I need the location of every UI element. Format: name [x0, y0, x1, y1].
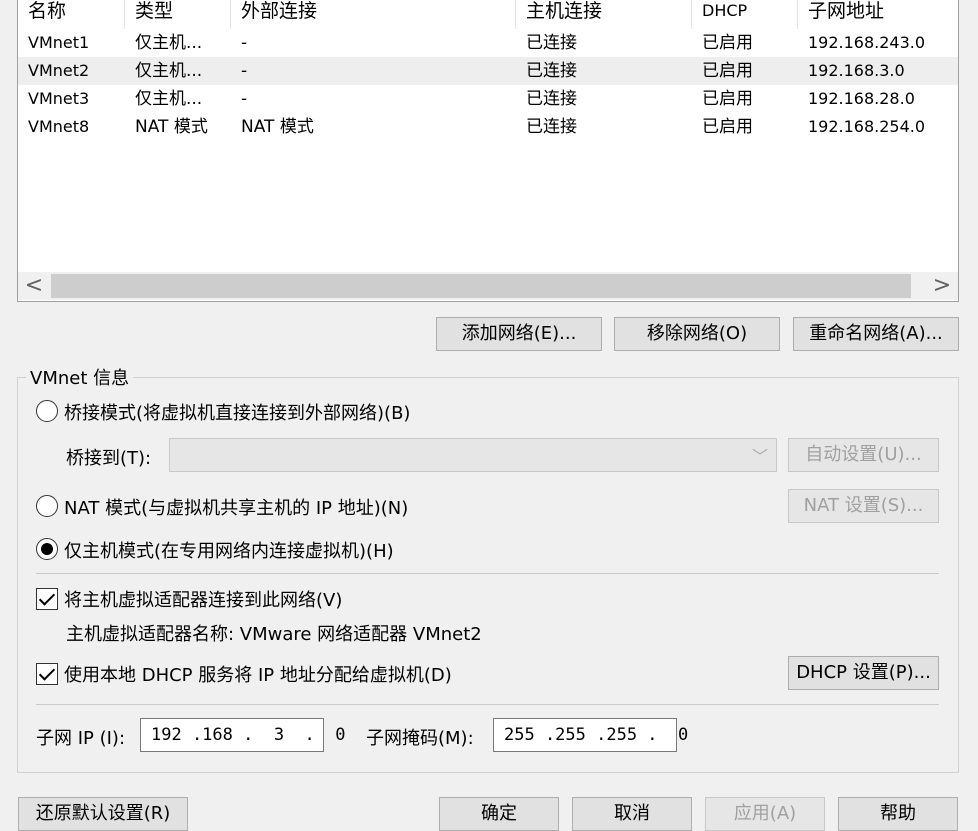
- host-only-mode-label[interactable]: 仅主机模式(在专用网络内连接虚拟机)(H): [64, 537, 394, 563]
- column-header-name[interactable]: 名称: [18, 0, 125, 29]
- subnet-mask-label: 子网掩码(M):: [366, 728, 474, 749]
- bridged-mode-radio[interactable]: [36, 400, 58, 422]
- nat-mode-radio[interactable]: [36, 495, 58, 517]
- row-name: VMnet1: [28, 33, 90, 52]
- help-button[interactable]: 帮助: [838, 797, 958, 831]
- column-header-dhcp[interactable]: DHCP: [692, 0, 798, 29]
- bridge-to-label: 桥接到(T):: [66, 448, 152, 469]
- row-host: 已连接: [526, 117, 577, 137]
- row-host: 已连接: [526, 33, 577, 53]
- remove-network-button[interactable]: 移除网络(O): [614, 317, 780, 351]
- dhcp-settings-button[interactable]: DHCP 设置(P)...: [788, 656, 939, 690]
- row-external: -: [241, 33, 248, 53]
- scrollbar-thumb[interactable]: [51, 274, 911, 298]
- connect-adapter-checkbox[interactable]: [36, 588, 58, 610]
- row-name: VMnet8: [28, 117, 90, 136]
- row-external: -: [241, 61, 248, 81]
- row-host: 已连接: [526, 89, 577, 109]
- subnet-ip-label: 子网 IP (I):: [36, 728, 126, 749]
- row-type: NAT 模式: [135, 117, 208, 137]
- row-external: -: [241, 89, 248, 109]
- restore-defaults-button[interactable]: 还原默认设置(R): [18, 797, 188, 831]
- row-type: 仅主机...: [135, 89, 203, 109]
- network-table[interactable]: 名称 类型 外部连接 主机连接 DHCP 子网地址 VMnet1 仅主机... …: [17, 0, 959, 302]
- row-host: 已连接: [526, 61, 577, 81]
- row-dhcp: 已启用: [702, 89, 753, 109]
- cancel-button[interactable]: 取消: [572, 797, 692, 831]
- bridge-to-select[interactable]: ﹀: [169, 438, 777, 472]
- row-dhcp: 已启用: [702, 61, 753, 81]
- row-subnet: 192.168.28.0: [808, 89, 915, 108]
- rename-network-button[interactable]: 重命名网络(A)...: [793, 317, 959, 351]
- row-dhcp: 已启用: [702, 33, 753, 53]
- column-header-external[interactable]: 外部连接: [231, 0, 516, 29]
- table-row-selected[interactable]: VMnet2 仅主机... - 已连接 已启用 192.168.3.0: [18, 57, 958, 85]
- row-subnet: 192.168.3.0: [808, 61, 905, 80]
- separator: [36, 573, 939, 574]
- horizontal-scrollbar[interactable]: < >: [18, 272, 958, 300]
- row-type: 仅主机...: [135, 61, 203, 81]
- table-header: 名称 类型 外部连接 主机连接 DHCP 子网地址: [18, 0, 958, 29]
- nat-mode-label[interactable]: NAT 模式(与虚拟机共享主机的 IP 地址)(N): [64, 494, 408, 520]
- nat-settings-button[interactable]: NAT 设置(S)...: [788, 489, 939, 523]
- connect-adapter-label[interactable]: 将主机虚拟适配器连接到此网络(V): [64, 586, 342, 612]
- use-dhcp-checkbox[interactable]: [36, 663, 58, 685]
- row-subnet: 192.168.243.0: [808, 33, 926, 52]
- scroll-left-icon[interactable]: <: [18, 272, 50, 300]
- row-dhcp: 已启用: [702, 117, 753, 137]
- bridged-mode-label[interactable]: 桥接模式(将虚拟机直接连接到外部网络)(B): [64, 399, 410, 425]
- subnet-mask-input[interactable]: 255 .255 .255 . 0: [493, 718, 688, 752]
- apply-button[interactable]: 应用(A): [705, 797, 825, 831]
- table-row[interactable]: VMnet3 仅主机... - 已连接 已启用 192.168.28.0: [18, 85, 958, 113]
- chevron-down-icon: ﹀: [751, 447, 768, 466]
- column-header-subnet[interactable]: 子网地址: [798, 0, 958, 29]
- scroll-right-icon[interactable]: >: [926, 272, 958, 300]
- use-dhcp-label[interactable]: 使用本地 DHCP 服务将 IP 地址分配给虚拟机(D): [64, 661, 452, 687]
- row-subnet: 192.168.254.0: [808, 117, 926, 136]
- row-type: 仅主机...: [135, 33, 203, 53]
- separator: [36, 704, 939, 705]
- column-header-type[interactable]: 类型: [125, 0, 231, 29]
- row-name: VMnet2: [28, 61, 90, 80]
- host-only-mode-radio[interactable]: [36, 538, 58, 560]
- column-header-host[interactable]: 主机连接: [516, 0, 692, 29]
- vmnet-info-title: VMnet 信息: [26, 364, 134, 390]
- vmnet-info-group: [17, 377, 959, 773]
- table-row[interactable]: VMnet8 NAT 模式 NAT 模式 已连接 已启用 192.168.254…: [18, 113, 958, 141]
- table-row[interactable]: VMnet1 仅主机... - 已连接 已启用 192.168.243.0: [18, 29, 958, 57]
- add-network-button[interactable]: 添加网络(E)...: [436, 317, 602, 351]
- adapter-name-label: 主机虚拟适配器名称: VMware 网络适配器 VMnet2: [66, 624, 482, 645]
- row-name: VMnet3: [28, 89, 90, 108]
- row-external: NAT 模式: [241, 117, 314, 137]
- subnet-ip-input[interactable]: 192 .168 . 3 . 0: [140, 718, 345, 752]
- ok-button[interactable]: 确定: [439, 797, 559, 831]
- auto-settings-button[interactable]: 自动设置(U)...: [788, 438, 939, 472]
